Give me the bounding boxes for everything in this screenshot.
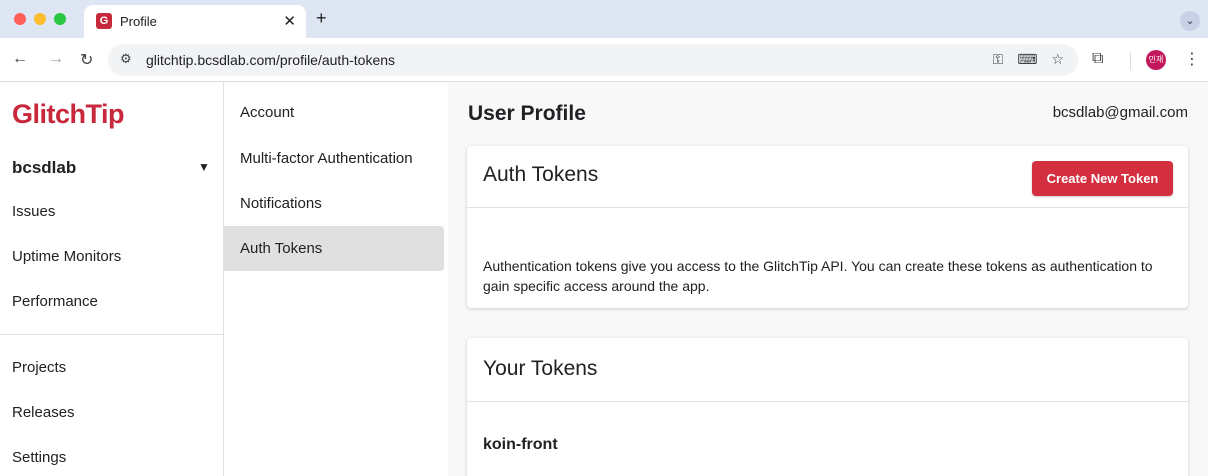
main-content: User Profile bcsdlab@gmail.com Auth Toke… [448,82,1208,476]
extensions-puzzle-icon[interactable]: ⧉ [1092,50,1103,68]
auth-tokens-description: Authentication tokens give you access to… [483,258,1153,294]
forward-arrow-icon[interactable]: → [48,50,64,68]
profile-avatar[interactable]: 민재 [1146,50,1166,70]
browser-tab-bar: G Profile ✕ + ⌄ [0,0,1208,38]
caret-down-icon[interactable]: ▼ [198,160,210,174]
browser-menu-kebab-icon[interactable]: ⋮ [1184,49,1200,69]
bookmark-star-icon[interactable]: ☆ [1051,51,1064,67]
card-divider [467,207,1188,208]
glitchtip-logo[interactable]: GlitchTip [12,99,125,130]
sidebar-item-issues[interactable]: Issues [12,203,55,220]
sidebar-item-releases[interactable]: Releases [12,404,75,421]
token-name: koin-front [483,436,558,453]
glitchtip-favicon-icon: G [96,13,112,29]
card-divider [467,401,1188,402]
your-tokens-card: Your Tokens koin-front [467,338,1188,476]
back-arrow-icon[interactable]: ← [12,50,28,68]
auth-tokens-title: Auth Tokens [483,163,599,186]
address-bar[interactable]: ⚙ glitchtip.bcsdlab.com/profile/auth-tok… [108,44,1078,76]
site-info-icon[interactable]: ⚙ [120,51,132,67]
toolbar-divider [1130,52,1131,70]
tab-close-icon[interactable]: ✕ [283,12,296,30]
profile-nav: Account Multi-factor Authentication Noti… [224,82,444,476]
sidebar-item-performance[interactable]: Performance [12,293,98,310]
auth-tokens-card: Auth Tokens Create New Token Authenticat… [467,146,1188,308]
tab-title: Profile [120,14,157,29]
sidebar-item-uptime-monitors[interactable]: Uptime Monitors [12,248,121,265]
profile-nav-auth-tokens[interactable]: Auth Tokens [224,226,444,271]
browser-toolbar: ← → ↻ ⚙ glitchtip.bcsdlab.com/profile/au… [0,38,1208,82]
profile-nav-notifications[interactable]: Notifications [224,181,444,226]
reload-icon[interactable]: ↻ [80,50,93,70]
password-key-icon[interactable]: ⚿ [993,51,1004,67]
app-sidebar: GlitchTip bcsdlab ▼ Issues Uptime Monito… [0,82,224,476]
page-title: User Profile [468,102,586,125]
browser-tab-profile[interactable]: G Profile ✕ [84,5,306,38]
sidebar-divider [0,334,224,335]
profile-nav-mfa[interactable]: Multi-factor Authentication [224,136,444,181]
minimize-window-button[interactable] [34,13,46,25]
profile-nav-account[interactable]: Account [224,90,444,135]
user-email: bcsdlab@gmail.com [1052,104,1188,121]
tab-search-chevron-icon[interactable]: ⌄ [1180,11,1200,31]
create-new-token-button[interactable]: Create New Token [1032,161,1173,196]
address-url[interactable]: glitchtip.bcsdlab.com/profile/auth-token… [146,52,395,68]
your-tokens-title: Your Tokens [483,357,598,380]
organization-selector[interactable]: bcsdlab [12,158,76,178]
maximize-window-button[interactable] [54,13,66,25]
new-tab-icon[interactable]: + [316,8,327,29]
sidebar-item-settings[interactable]: Settings [12,449,66,466]
translate-icon[interactable]: ⌨ [1017,51,1037,67]
close-window-button[interactable] [14,13,26,25]
sidebar-item-projects[interactable]: Projects [12,359,66,376]
